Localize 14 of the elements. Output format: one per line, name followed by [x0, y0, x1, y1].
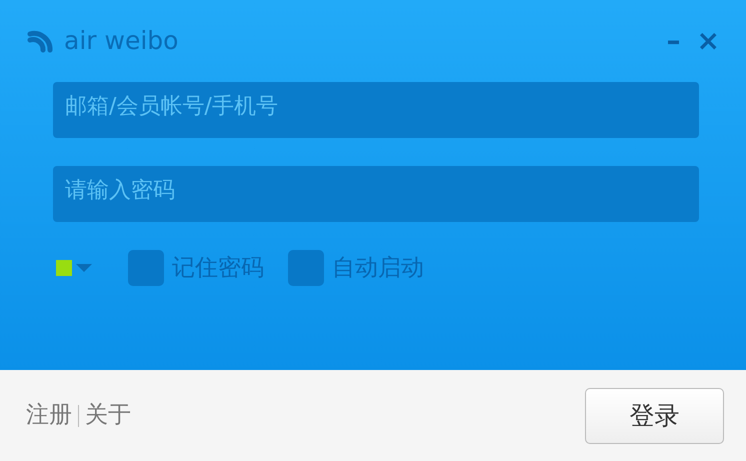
close-button[interactable]: ×	[688, 27, 728, 55]
window-title: air weibo	[64, 25, 178, 58]
footer-link[interactable]: 关于	[85, 398, 131, 433]
checkbox[interactable]	[128, 250, 164, 286]
password-field[interactable]: 请输入密码	[53, 166, 699, 222]
login-button[interactable]: 登录	[585, 388, 724, 444]
footer-link[interactable]: 注册	[26, 398, 72, 433]
status-dropdown[interactable]	[53, 260, 92, 276]
account-field[interactable]: 邮箱/会员帐号/手机号	[53, 82, 699, 138]
checkbox[interactable]	[288, 250, 324, 286]
minimize-button[interactable]: –	[658, 27, 689, 55]
caret-icon	[76, 264, 92, 272]
checkbox-label: 记住密码	[172, 254, 264, 283]
checkbox-label: 自动启动	[332, 254, 424, 283]
